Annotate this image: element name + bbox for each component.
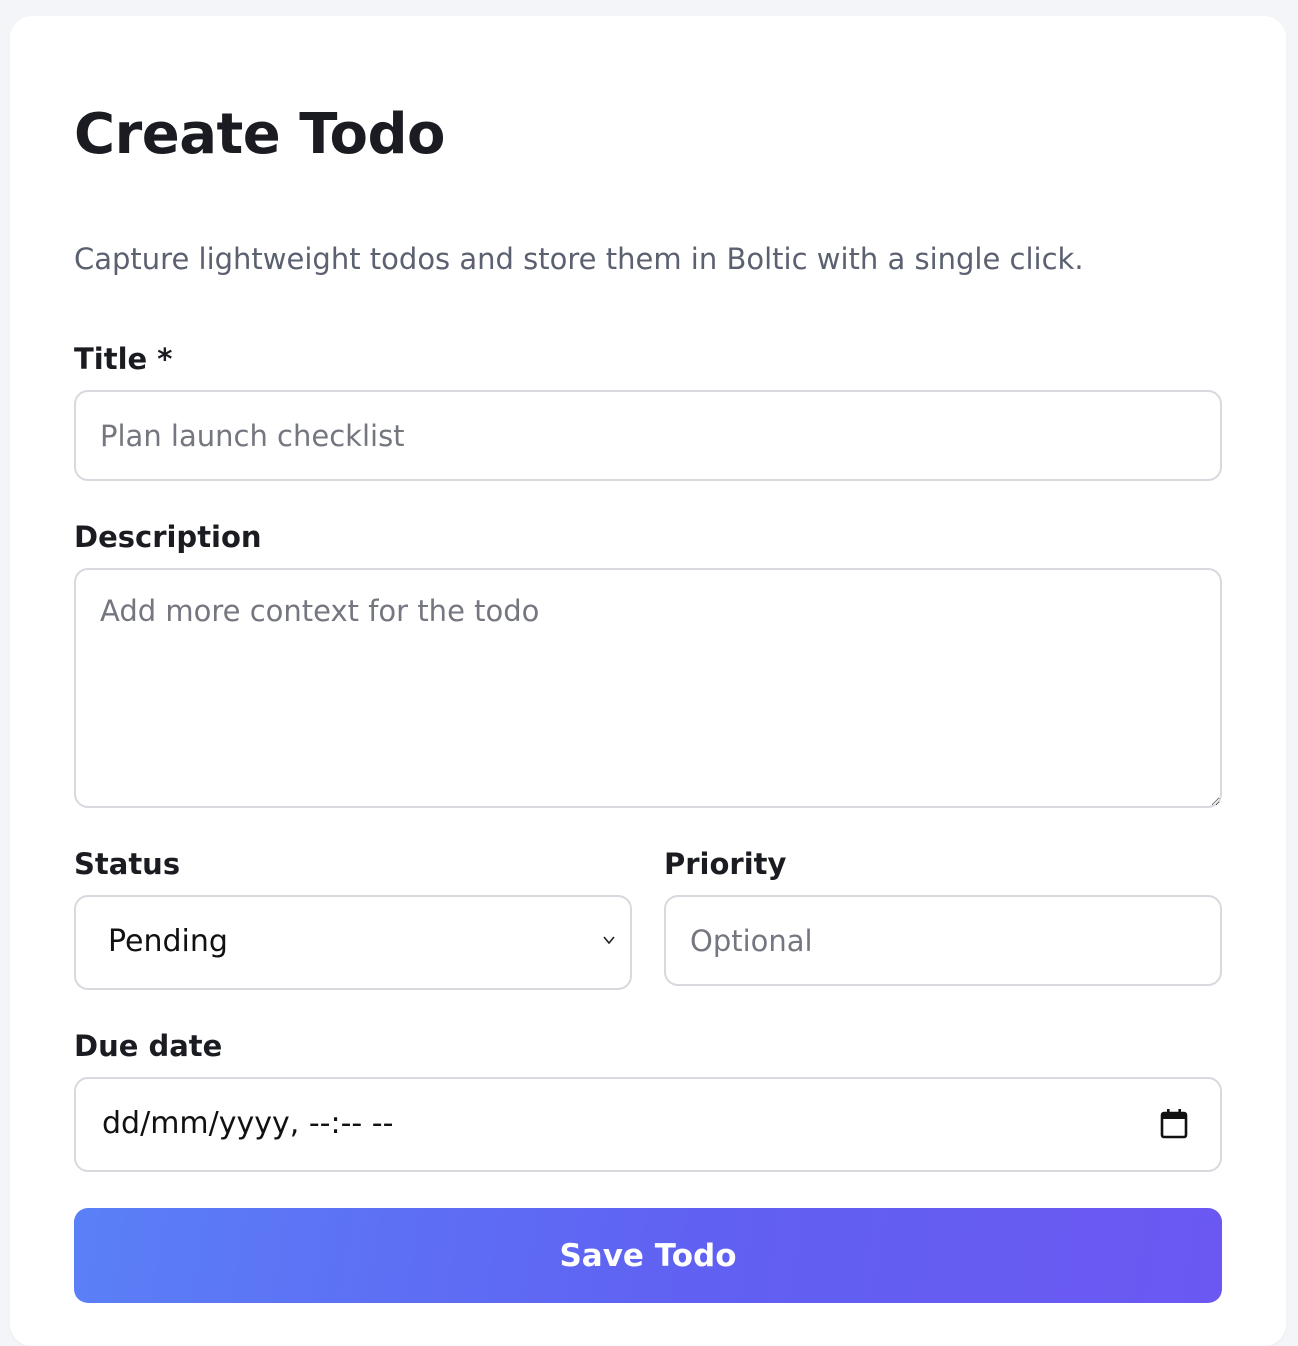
calendar-icon[interactable] <box>1160 1109 1188 1139</box>
description-label: Description <box>74 520 262 554</box>
create-todo-card: Create Todo Capture lightweight todos an… <box>10 16 1286 1346</box>
due-date-label: Due date <box>74 1029 223 1063</box>
chevron-down-icon <box>603 936 615 945</box>
due-date-input[interactable]: dd/mm/yyyy, --:-- -- <box>74 1077 1222 1172</box>
status-select-value: Pending <box>108 924 228 959</box>
title-input[interactable] <box>74 390 1222 481</box>
description-textarea[interactable] <box>74 568 1222 808</box>
title-label: Title * <box>74 342 173 376</box>
status-label: Status <box>74 847 181 881</box>
due-date-value: dd/mm/yyyy, --:-- -- <box>102 1106 394 1141</box>
save-todo-button[interactable]: Save Todo <box>74 1208 1222 1303</box>
priority-label: Priority <box>664 847 787 881</box>
priority-input[interactable] <box>664 895 1222 986</box>
page-subtitle: Capture lightweight todos and store them… <box>74 242 1084 276</box>
status-select[interactable]: Pending <box>74 895 632 990</box>
page-title: Create Todo <box>74 102 446 167</box>
